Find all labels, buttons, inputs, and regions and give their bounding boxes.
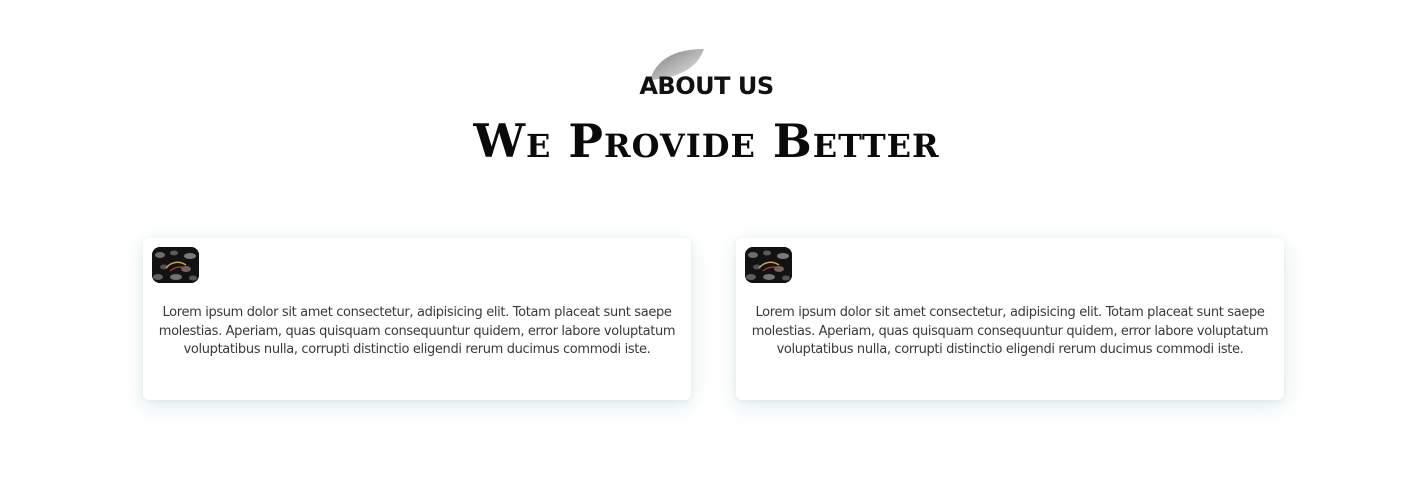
card-description: Lorem ipsum dolor sit amet consectetur, … xyxy=(751,305,1269,357)
feature-card: Lorem ipsum dolor sit amet consectetur, … xyxy=(143,238,691,400)
about-section: ABOUT US We Provide Better Lorem ipsum d… xyxy=(0,0,1413,490)
card-description: Lorem ipsum dolor sit amet consectetur, … xyxy=(158,305,676,357)
section-title: We Provide Better xyxy=(473,114,940,168)
card-thumbnail-image xyxy=(152,247,199,283)
section-heading: ABOUT US We Provide Better xyxy=(0,42,1413,172)
section-eyebrow: ABOUT US xyxy=(639,72,774,100)
feature-card: Lorem ipsum dolor sit amet consectetur, … xyxy=(736,238,1284,400)
card-thumbnail-image xyxy=(745,247,792,283)
